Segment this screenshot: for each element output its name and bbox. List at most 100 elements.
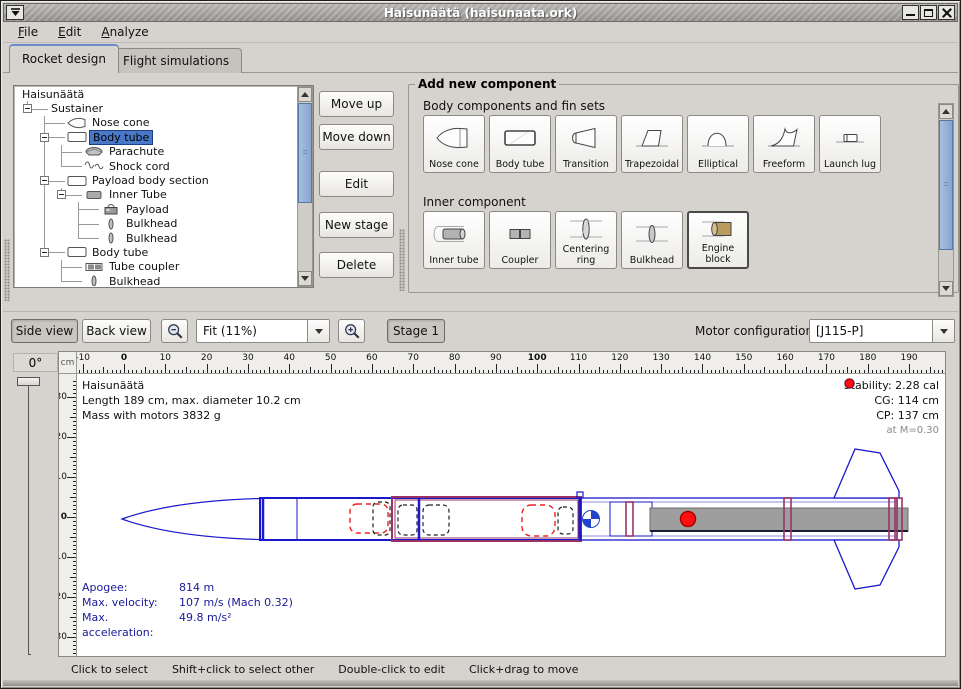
component-launch-lug-button[interactable]: Launch lug	[819, 115, 881, 173]
tree-item[interactable]: Payload	[15, 202, 296, 216]
menu-item-edit[interactable]: Edit	[49, 23, 90, 41]
tree-scrollbar-thumb[interactable]	[298, 103, 312, 203]
scroll-down-icon[interactable]	[939, 281, 953, 296]
scroll-up-icon[interactable]	[939, 104, 953, 119]
edit-button[interactable]: Edit	[319, 171, 394, 197]
flight-label: Max. velocity:	[82, 595, 179, 610]
stage-1-toggle[interactable]: Stage 1	[387, 319, 445, 343]
scroll-up-icon[interactable]	[298, 87, 312, 102]
scroll-down-icon[interactable]	[298, 271, 312, 286]
tree-item[interactable]: Shock cord	[15, 159, 296, 173]
rotation-slider-track[interactable]	[28, 385, 31, 655]
side-view-button[interactable]: Side view	[11, 319, 78, 343]
view-toolbar: Side view Back view Fit (11%) Stage 1 Mo…	[3, 311, 958, 351]
bulkhead-icon	[99, 217, 123, 230]
payload-shape[interactable]	[398, 505, 417, 535]
tree-expander-icon[interactable]	[40, 176, 49, 185]
tree-item[interactable]: Parachute	[15, 145, 296, 159]
tree-item[interactable]: Bulkhead	[15, 231, 296, 245]
minimize-button[interactable]	[902, 5, 919, 20]
zoom-out-icon[interactable]	[161, 319, 188, 343]
component-trapezoidal-button[interactable]: Trapezoidal	[621, 115, 683, 173]
tree-item-label: Nose cone	[89, 116, 152, 129]
component-coupler-button[interactable]: Coupler	[489, 211, 551, 269]
flight-value: 814 m	[179, 580, 293, 595]
zoom-in-icon[interactable]	[338, 319, 365, 343]
tree-expander-icon[interactable]	[40, 248, 49, 257]
tree-item[interactable]: Sustainer	[15, 101, 296, 115]
tree-item[interactable]: Bulkhead	[15, 274, 296, 286]
tree-item[interactable]: Body tube	[15, 130, 296, 144]
parachute-shape[interactable]	[350, 504, 388, 533]
component-centering-ring-button[interactable]: Centering ring	[555, 211, 617, 269]
menu-bar: FileEditAnalyze	[3, 22, 958, 43]
title-bar[interactable]: Haisunäätä (haisunaata.ork)	[3, 3, 958, 22]
back-view-button[interactable]: Back view	[82, 319, 151, 343]
rocket-canvas[interactable]: HaisunäätäLength 189 cm, max. diameter 1…	[77, 374, 945, 656]
component-freeform-button[interactable]: Freeform	[753, 115, 815, 173]
tree-item[interactable]: Haisunäätä	[15, 87, 296, 101]
new-stage-button[interactable]: New stage	[319, 212, 394, 238]
ruler-unit-label: cm	[59, 352, 77, 374]
engine-block-icon	[689, 213, 747, 244]
menu-item-file[interactable]: File	[9, 23, 47, 41]
component-tree[interactable]: HaisunäätäSustainerNose coneBody tubePar…	[15, 87, 296, 286]
component-nose-cone-button[interactable]: Nose cone	[423, 115, 485, 173]
tree-expander-icon[interactable]	[57, 190, 66, 199]
rocket-design-panel: HaisunäätäSustainerNose coneBody tubePar…	[3, 73, 958, 309]
flight-value: 107 m/s (Mach 0.32)	[179, 595, 293, 610]
delete-button[interactable]: Delete	[319, 252, 394, 278]
tab-rocket-design[interactable]: Rocket design	[9, 44, 119, 73]
move-up-button[interactable]: Move up	[319, 91, 394, 117]
zoom-level-value: Fit (11%)	[197, 320, 307, 342]
payload-section-shape[interactable]	[392, 497, 581, 541]
window-menu-icon[interactable]	[6, 5, 24, 20]
close-button[interactable]	[938, 5, 955, 20]
flight-value: 49.8 m/s²	[179, 610, 293, 640]
window-resize-edge[interactable]	[3, 680, 958, 686]
pane-splitter-handle[interactable]	[399, 229, 405, 291]
motor-configuration-select[interactable]: [J115-P]	[809, 319, 955, 343]
tube-coupler-shape[interactable]	[610, 502, 652, 536]
tree-item[interactable]: Bulkhead	[15, 217, 296, 231]
innertube-icon	[424, 212, 484, 256]
tree-item[interactable]: Nose cone	[15, 116, 296, 130]
component-elliptical-button[interactable]: Elliptical	[687, 115, 749, 173]
component-inner-tube-button[interactable]: Inner tube	[423, 211, 485, 269]
component-engine-block-button[interactable]: Engine block	[687, 211, 749, 269]
nose-cone-shape[interactable]	[122, 499, 260, 540]
component-button-label: Elliptical	[698, 160, 738, 171]
component-bulkhead-button[interactable]: Bulkhead	[621, 211, 683, 269]
tree-item[interactable]: Tube coupler	[15, 260, 296, 274]
tree-expander-icon[interactable]	[23, 104, 32, 113]
component-button-label: Inner tube	[429, 256, 478, 267]
add-new-component-group: Add new component Body components and fi…	[408, 77, 959, 293]
cg-marker	[583, 511, 600, 528]
component-button-label: Bulkhead	[630, 256, 674, 267]
component-body-tube-button[interactable]: Body tube	[489, 115, 551, 173]
tree-expander-icon[interactable]	[40, 133, 49, 142]
menu-item-analyze[interactable]: Analyze	[92, 23, 157, 41]
vertical-ruler: -30-20-100102030	[59, 374, 77, 656]
left-splitter-handle[interactable]	[4, 239, 10, 301]
tree-item[interactable]: Inner Tube	[15, 188, 296, 202]
tree-item[interactable]: Payload body section	[15, 173, 296, 187]
rotation-slider-handle[interactable]	[17, 377, 40, 386]
nosecone-icon	[65, 116, 89, 129]
tree-item-label: Parachute	[106, 145, 167, 158]
move-down-button[interactable]: Move down	[319, 124, 394, 150]
tab-flight-simulations[interactable]: Flight simulations	[110, 48, 242, 73]
maximize-button[interactable]	[920, 5, 937, 20]
fin-top-shape[interactable]	[834, 449, 899, 498]
component-scrollbar-thumb[interactable]	[939, 120, 953, 250]
tree-scrollbar[interactable]	[297, 86, 313, 287]
component-transition-button[interactable]: Transition	[555, 115, 617, 173]
zoom-level-select[interactable]: Fit (11%)	[196, 319, 330, 343]
bulkhead-shape[interactable]	[626, 502, 633, 536]
fin-bottom-shape[interactable]	[834, 540, 899, 589]
tree-item-label: Tube coupler	[106, 260, 182, 273]
payload-icon	[99, 203, 123, 216]
tree-item[interactable]: Body tube	[15, 245, 296, 259]
component-scrollbar[interactable]	[938, 103, 954, 297]
tree-item-label: Payload	[123, 203, 172, 216]
